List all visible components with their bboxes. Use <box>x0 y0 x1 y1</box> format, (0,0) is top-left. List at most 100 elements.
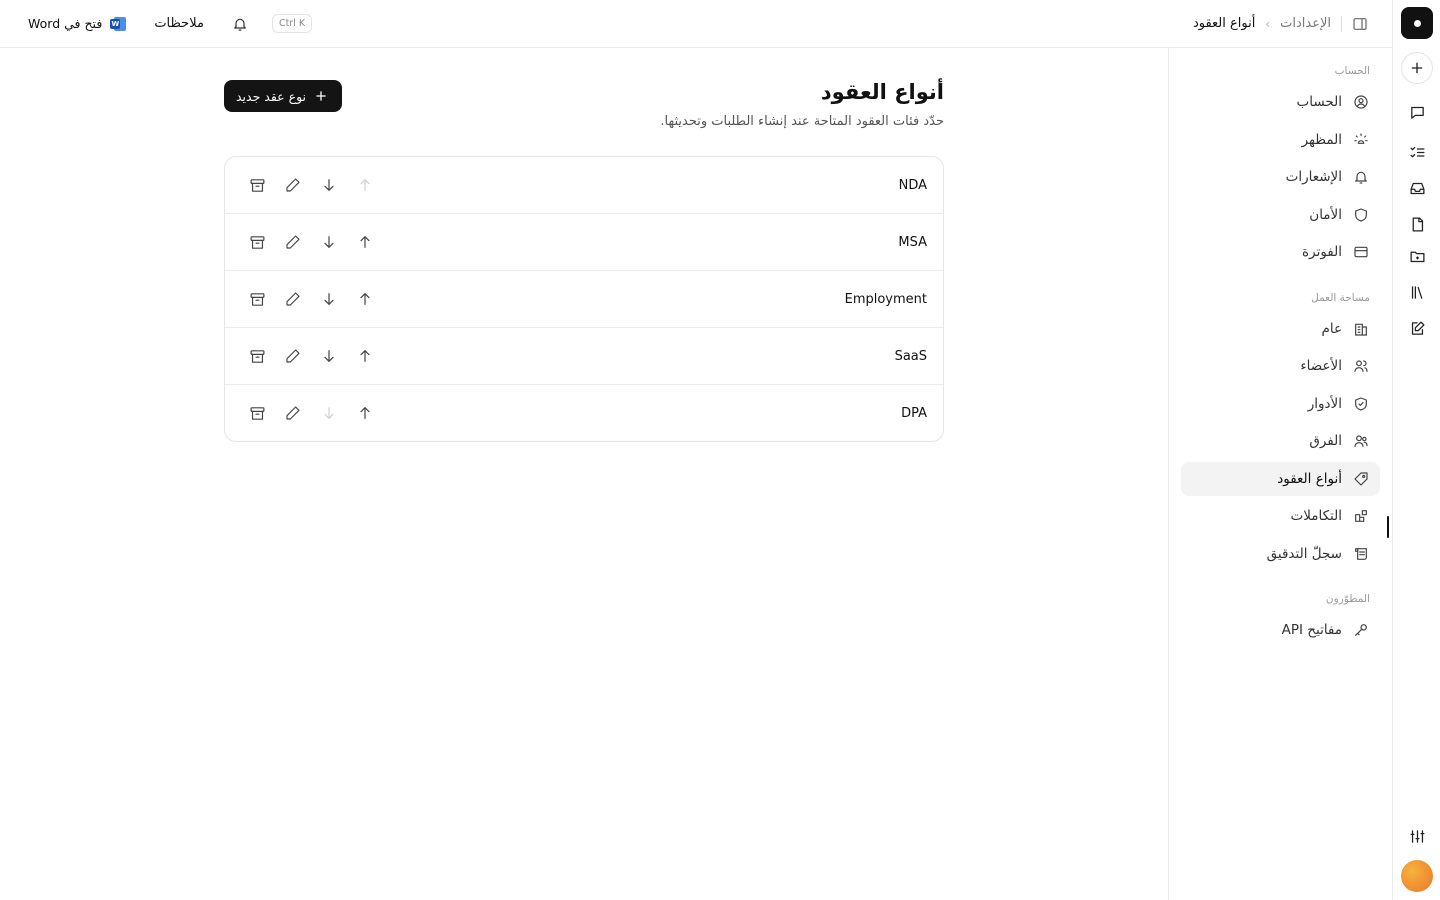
shield-icon <box>1352 206 1370 224</box>
page-title: أنواع العقود <box>820 80 944 104</box>
arrow-up-icon <box>357 234 373 250</box>
archive-button[interactable] <box>241 397 273 429</box>
icon-rail <box>1392 0 1440 900</box>
arrow-down-icon <box>321 405 337 421</box>
chat-icon[interactable] <box>1401 96 1433 128</box>
sidebar-item-label: الأعضاء <box>1300 358 1342 374</box>
arrow-up-icon <box>357 405 373 421</box>
move-up-button[interactable] <box>349 283 381 315</box>
contract-type-name: DPA <box>901 405 927 421</box>
sidebar-item-roles[interactable]: الأدوار <box>1181 387 1380 421</box>
archive-button[interactable] <box>241 169 273 201</box>
edit-button[interactable] <box>277 340 309 372</box>
sidebar-item-billing[interactable]: الفوترة <box>1181 235 1380 269</box>
move-up-button[interactable] <box>349 226 381 258</box>
row-actions <box>241 328 381 384</box>
edit-note-icon[interactable] <box>1401 312 1433 344</box>
new-contract-type-button[interactable]: نوع عقد جديد <box>224 80 343 112</box>
avatar[interactable] <box>1401 860 1433 892</box>
open-in-word-label: فتح في Word <box>28 16 103 31</box>
pencil-icon <box>285 291 301 307</box>
edit-button[interactable] <box>277 169 309 201</box>
notes-button[interactable]: ملاحظات <box>154 16 204 31</box>
sidebar-toggle-icon[interactable] <box>1352 16 1368 32</box>
contract-type-name: MSA <box>898 234 927 250</box>
move-up-button[interactable] <box>349 397 381 429</box>
top-actions: فتح في Word W ملاحظات Ctrl K <box>28 0 313 47</box>
contract-type-name: SaaS <box>894 348 927 364</box>
sidebar-item-general[interactable]: عام <box>1181 312 1380 346</box>
inbox-icon[interactable] <box>1401 172 1433 204</box>
pencil-icon <box>285 234 301 250</box>
archive-button[interactable] <box>241 340 273 372</box>
move-up-button[interactable] <box>349 340 381 372</box>
sidebar-item-contract-types[interactable]: أنواع العقود <box>1181 462 1380 496</box>
contract-type-name: Employment <box>844 291 927 307</box>
sidebar-item-label: المظهر <box>1301 132 1342 148</box>
new-contract-type-label: نوع عقد جديد <box>236 88 307 104</box>
sidebar-item-label: الإشعارات <box>1285 169 1342 185</box>
sidebar-item-label: الحساب <box>1296 94 1342 110</box>
move-up-button[interactable] <box>349 169 381 201</box>
sidebar-item-label: الأمان <box>1309 207 1342 223</box>
list-item: Employment <box>225 271 943 328</box>
open-in-word-button[interactable]: فتح في Word W <box>28 16 127 32</box>
row-actions <box>241 214 381 270</box>
sidebar-item-members[interactable]: الأعضاء <box>1181 349 1380 383</box>
sliders-icon[interactable] <box>1401 820 1433 852</box>
logo-icon[interactable] <box>1401 7 1433 39</box>
plus-icon <box>314 89 328 103</box>
row-actions <box>241 271 381 327</box>
move-down-button[interactable] <box>313 226 345 258</box>
archive-icon <box>249 177 266 194</box>
library-icon[interactable] <box>1401 276 1433 308</box>
sidebar-item-notifications[interactable]: الإشعارات <box>1181 160 1380 194</box>
bell-icon[interactable] <box>232 16 248 32</box>
users-icon <box>1352 357 1370 375</box>
blocks-icon <box>1352 507 1370 525</box>
sidebar-item-label: الفرق <box>1309 433 1342 449</box>
archive-icon <box>249 291 266 308</box>
checklist-icon[interactable] <box>1401 136 1433 168</box>
list-item: DPA <box>225 385 943 441</box>
document-icon[interactable] <box>1401 208 1433 240</box>
sidebar-item-teams[interactable]: الفرق <box>1181 424 1380 458</box>
pencil-icon <box>285 177 301 193</box>
breadcrumb-settings[interactable]: الإعدادات <box>1280 16 1331 31</box>
bell-icon <box>1352 168 1370 186</box>
top-bar: الإعدادات › أنواع العقود فتح في Word W م… <box>0 0 1392 48</box>
scroll-icon <box>1352 545 1370 563</box>
edit-button[interactable] <box>277 283 309 315</box>
divider <box>1341 15 1342 32</box>
edit-button[interactable] <box>277 226 309 258</box>
archive-button[interactable] <box>241 226 273 258</box>
word-icon-letter: W <box>110 18 121 29</box>
user-circle-icon <box>1352 93 1370 111</box>
move-down-button[interactable] <box>313 340 345 372</box>
arrow-down-icon <box>321 177 337 193</box>
sidebar-item-integrations[interactable]: التكاملات <box>1181 499 1380 533</box>
row-actions <box>241 385 381 441</box>
sidebar-item-label: الأدوار <box>1307 396 1342 412</box>
active-indicator <box>1387 516 1389 538</box>
word-icon: W <box>110 16 127 32</box>
arrow-up-icon <box>357 177 373 193</box>
section-title-account: الحساب <box>1334 65 1370 77</box>
sidebar-item-api-keys[interactable]: مفاتيح API <box>1181 613 1380 647</box>
folder-icon[interactable] <box>1401 240 1433 272</box>
shield-check-icon <box>1352 395 1370 413</box>
move-down-button[interactable] <box>313 169 345 201</box>
sidebar-item-account[interactable]: الحساب <box>1181 85 1380 119</box>
command-shortcut[interactable]: Ctrl K <box>271 14 313 33</box>
sidebar-item-appearance[interactable]: المظهر <box>1181 123 1380 157</box>
move-down-button[interactable] <box>313 397 345 429</box>
arrow-down-icon <box>321 348 337 364</box>
move-down-button[interactable] <box>313 283 345 315</box>
arrow-up-icon <box>357 348 373 364</box>
sidebar-item-security[interactable]: الأمان <box>1181 198 1380 232</box>
archive-button[interactable] <box>241 283 273 315</box>
credit-card-icon <box>1352 243 1370 261</box>
sidebar-item-audit-log[interactable]: سجلّ التدقيق <box>1181 537 1380 571</box>
edit-button[interactable] <box>277 397 309 429</box>
new-icon[interactable] <box>1401 52 1433 84</box>
